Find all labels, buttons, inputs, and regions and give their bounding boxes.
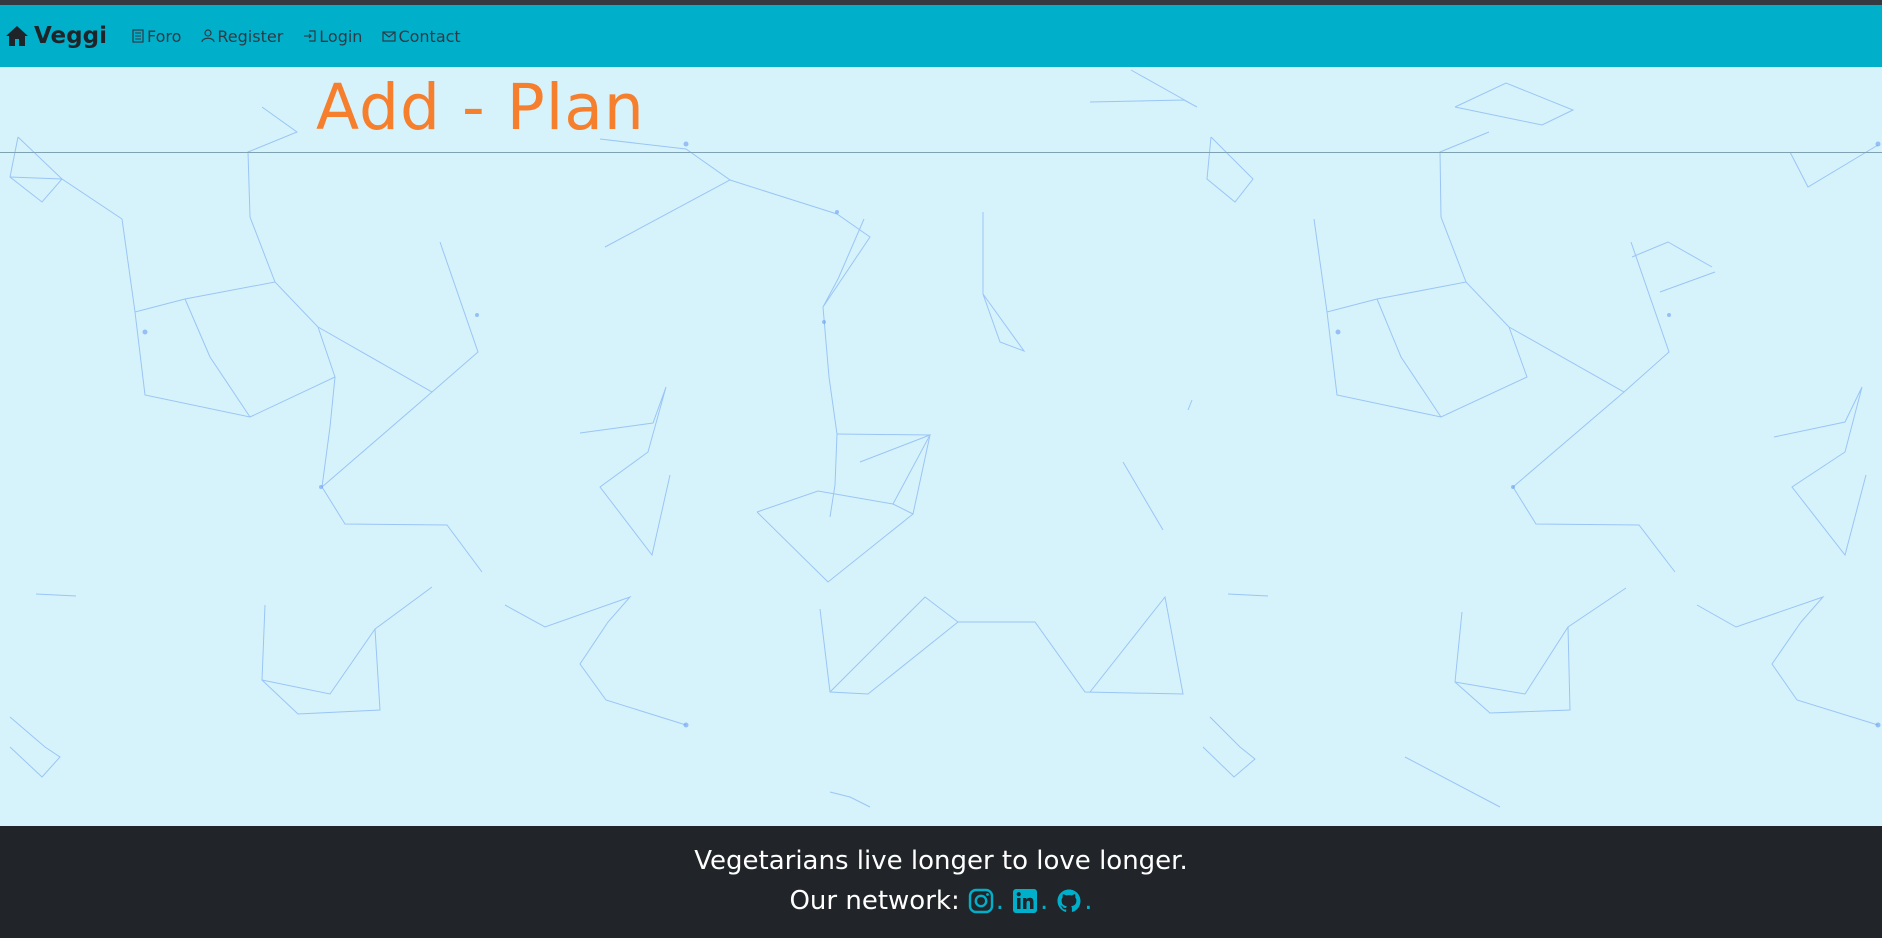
title-divider [0,152,1882,153]
home-icon [6,26,28,46]
nav-item-label: Login [319,26,363,46]
linkedin-link[interactable] [1012,888,1038,914]
github-link[interactable] [1056,888,1082,914]
instagram-link[interactable] [968,888,994,914]
main-content: Add - Plan [0,67,1882,826]
nav-item-label: Register [217,26,284,46]
separator: . [1039,886,1049,916]
nav-item-register[interactable]: Register [201,27,283,46]
separator: . [1084,886,1093,916]
page-title: Add - Plan [316,71,645,144]
navbar: Veggi Foro Register Login Contact [0,5,1882,67]
brand-label: Veggi [34,23,107,49]
instagram-icon [968,888,993,914]
footer-network: Our network: . . . [0,886,1882,916]
nav-item-label: Contact [398,26,461,46]
envelope-icon [382,31,397,42]
nav-item-label: Foro [146,26,182,46]
network-label: Our network: [789,886,960,916]
person-icon [201,29,215,43]
login-icon [304,30,316,42]
github-icon [1057,889,1081,912]
linkedin-icon [1012,889,1037,913]
network-background [9,69,1881,808]
nav-item-contact[interactable]: Contact [382,26,461,46]
nav-item-foro[interactable]: Foro [131,27,181,46]
brand-link[interactable]: Veggi [5,23,107,49]
journal-icon [132,29,144,43]
nav-item-login[interactable]: Login [303,27,362,46]
footer-tagline: Vegetarians live longer to love longer. [694,846,1188,876]
footer: Vegetarians live longer to love longer. … [0,826,1882,938]
separator: . [995,886,1004,916]
